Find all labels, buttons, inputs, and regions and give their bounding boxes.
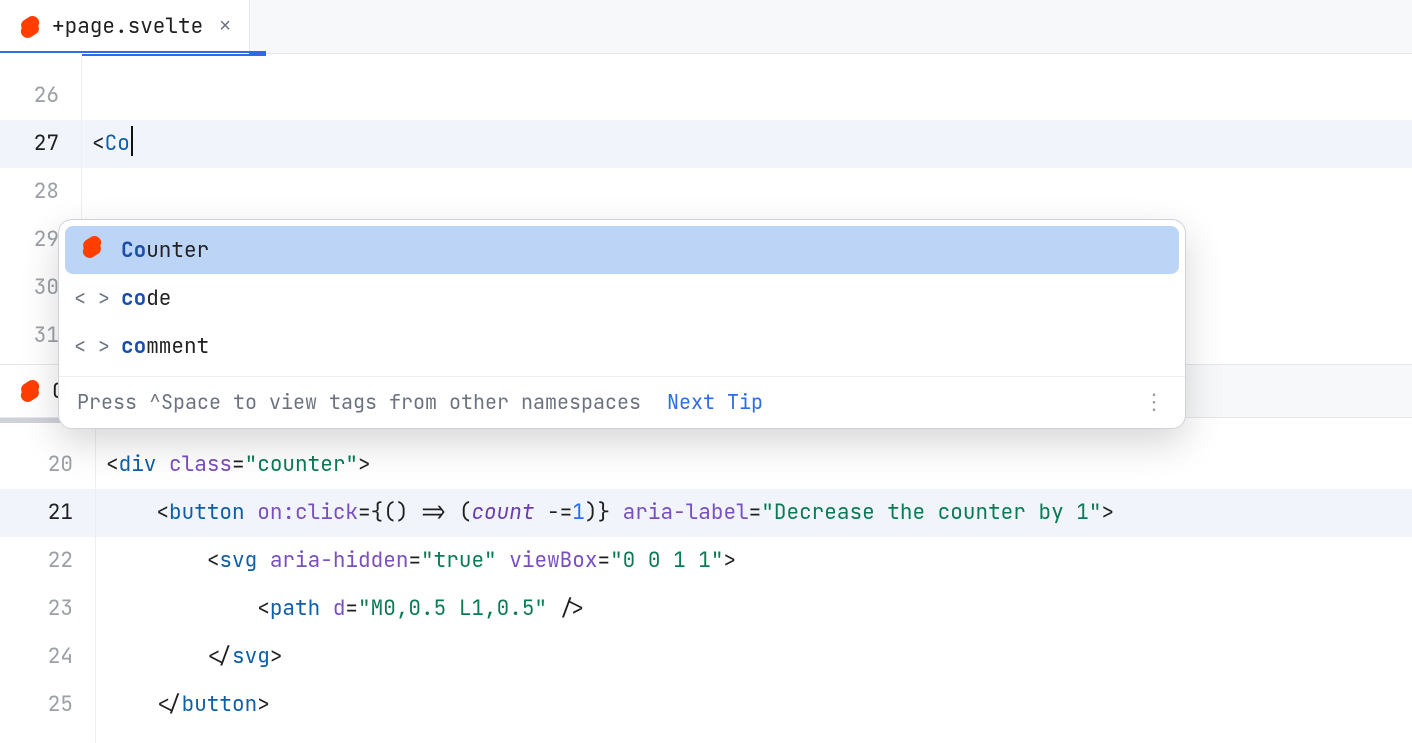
gutter-pane2: 202122232425 (0, 423, 96, 743)
completion-item[interactable]: Counter (65, 226, 1179, 274)
line-number: 24 (0, 633, 95, 681)
code-line[interactable]: </button> (96, 681, 1412, 729)
more-options-icon[interactable]: ⋮ (1143, 387, 1167, 416)
code-line[interactable] (82, 72, 1412, 120)
completion-item[interactable]: < > code (65, 274, 1179, 322)
line-number: 28 (0, 168, 81, 216)
svelte-file-icon (18, 379, 42, 403)
line-number: 21 (0, 489, 95, 537)
tab-page-svelte[interactable]: +page.svelte × (0, 0, 250, 53)
line-number: 23 (0, 585, 95, 633)
code-pane2[interactable]: <div class="counter"> <button on:click={… (96, 423, 1412, 729)
code-line[interactable]: <Co (82, 120, 1412, 168)
tag-icon: < > (79, 285, 105, 311)
code-line[interactable]: <path d="M0,0.5 L1,0.5" /> (96, 585, 1412, 633)
close-tab-icon[interactable]: × (219, 15, 231, 38)
completion-popup: Counter < > code < > comment Press ^Spac… (58, 219, 1186, 429)
line-number: 25 (0, 681, 95, 729)
svelte-file-icon (18, 15, 42, 39)
line-number: 27 (0, 120, 81, 168)
line-number: 22 (0, 537, 95, 585)
code-line[interactable]: <div class="counter"> (96, 441, 1412, 489)
completion-item[interactable]: < > comment (65, 322, 1179, 370)
completion-tip: Press ^Space to view tags from other nam… (77, 389, 641, 415)
tab-filename: +page.svelte (52, 13, 203, 40)
code-line[interactable]: </svg> (96, 633, 1412, 681)
svelte-icon (79, 237, 105, 263)
tabbar-pane1: +page.svelte × (0, 0, 1412, 54)
code-line[interactable]: <button on:click={() => (count -=1)} ari… (96, 489, 1412, 537)
completion-footer: Press ^Space to view tags from other nam… (59, 376, 1185, 428)
line-number: 26 (0, 72, 81, 120)
code-line[interactable]: <svg aria-hidden="true" viewBox="0 0 1 1… (96, 537, 1412, 585)
line-number: 20 (0, 441, 95, 489)
completion-list[interactable]: Counter < > code < > comment (59, 220, 1185, 376)
code-line[interactable] (82, 168, 1412, 216)
tag-icon: < > (79, 333, 105, 359)
editor-pane2[interactable]: 202122232425 <div class="counter"> <butt… (0, 423, 1412, 743)
text-caret (131, 126, 133, 156)
editor-pane1[interactable]: 262728293031 <Co Counter < > code < > co… (0, 54, 1412, 354)
next-tip-link[interactable]: Next Tip (667, 389, 763, 415)
